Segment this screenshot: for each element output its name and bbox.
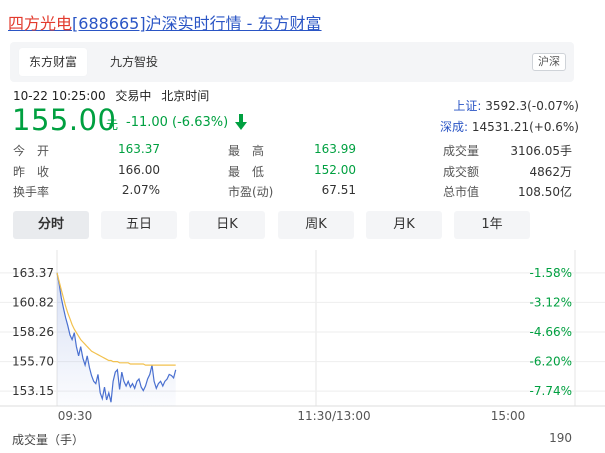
title-suffix: 沪深实时行情 - 东方财富 (145, 14, 322, 33)
turnover-value: 2.07% (121, 183, 160, 197)
percent-tick-label: -7.74% (530, 384, 572, 398)
market-cap-label: 总市值 (443, 185, 480, 199)
price-unit: 元 (106, 118, 119, 132)
high-value: 163.99 (314, 142, 356, 156)
market-badge[interactable]: 沪深 (532, 53, 566, 71)
tab-dongfang[interactable]: 东方财富 (19, 48, 88, 76)
prev-close-label: 昨 收 (13, 165, 50, 179)
percent-tick-label: -4.66% (530, 325, 572, 339)
amount-value: 4862万 (529, 165, 572, 179)
chart-series (56, 272, 177, 406)
trading-status: 10-22 10:25:00 交易中 北京时间 (13, 87, 215, 104)
market-cap-value: 108.50亿 (518, 185, 572, 199)
open-value: 163.37 (118, 142, 160, 156)
turnover-label: 换手率 (13, 185, 50, 199)
tab-one-year[interactable]: 1年 (454, 211, 530, 239)
down-arrow-icon (234, 113, 248, 135)
index-shanghai[interactable]: 上证: 3592.3(-0.07%) (453, 97, 579, 114)
volume-value: 3106.05手 (510, 144, 572, 158)
stock-code: [688665] (72, 14, 146, 33)
volume-axis-label: 成交量（手） (12, 433, 85, 447)
pe-value: 67.51 (321, 183, 356, 197)
low-value: 152.00 (314, 163, 356, 177)
price-axis-labels: 163.37 160.82 158.26 155.70 153.15 (12, 266, 54, 398)
time-tick-label: 15:00 (491, 409, 526, 423)
tab-intraday[interactable]: 分时 (13, 211, 89, 239)
price-tick-label: 160.82 (12, 295, 54, 309)
high-label: 最 高 (228, 144, 265, 158)
open-label: 今 开 (13, 144, 50, 158)
low-label: 最 低 (228, 165, 265, 179)
percent-axis-labels: -1.58% -3.12% -4.66% -6.20% -7.74% (530, 266, 572, 398)
price-tick-label: 163.37 (12, 266, 54, 280)
price-change: -11.00 (-6.63%) (126, 115, 229, 130)
timezone: 北京时间 (161, 89, 210, 103)
index-shanghai-value: 3592.3(-0.07%) (485, 99, 579, 113)
stock-name: 四方光电 (8, 14, 73, 33)
price-tick-label: 155.70 (12, 355, 54, 369)
source-tab-bar: 东方财富 九方智投 沪深 (10, 42, 574, 82)
index-shenzhen-label: 深成: (439, 120, 468, 134)
pe-label: 市盈(动) (228, 185, 274, 199)
index-shenzhen[interactable]: 深成: 14531.21(+0.6%) (440, 118, 579, 135)
percent-tick-label: -3.12% (530, 295, 572, 309)
quote-time: 10-22 10:25:00 (13, 89, 106, 103)
time-tick-label: 11:30/13:00 (297, 409, 370, 423)
percent-tick-label: -6.20% (530, 355, 572, 369)
volume-max-value: 190 (549, 431, 572, 445)
page-title-link[interactable]: 四方光电[688665]沪深实时行情 - 东方财富 (8, 10, 322, 34)
volume-label: 成交量 (443, 144, 480, 158)
prev-close-value: 166.00 (118, 163, 160, 177)
tab-jiufang[interactable]: 九方智投 (100, 48, 168, 76)
intraday-chart[interactable]: 163.37 160.82 158.26 155.70 153.15 -1.58% -3.… (0, 245, 605, 425)
index-shenzhen-value: 14531.21(+0.6%) (471, 120, 579, 134)
current-price: 155.00 (12, 103, 117, 137)
tab-five-day[interactable]: 五日 (101, 211, 177, 239)
index-shanghai-label: 上证: (453, 99, 482, 113)
price-tick-label: 158.26 (12, 325, 54, 339)
percent-tick-label: -1.58% (530, 266, 572, 280)
price-tick-label: 153.15 (12, 384, 54, 398)
tab-monthly-k[interactable]: 月K (366, 211, 442, 239)
trading-state: 交易中 (115, 89, 152, 103)
tab-daily-k[interactable]: 日K (189, 211, 265, 239)
time-tick-label: 09:30 (58, 409, 93, 423)
tab-weekly-k[interactable]: 周K (278, 211, 354, 239)
time-axis-labels: 09:30 11:30/13:00 15:00 (58, 409, 526, 423)
amount-label: 成交额 (443, 165, 480, 179)
